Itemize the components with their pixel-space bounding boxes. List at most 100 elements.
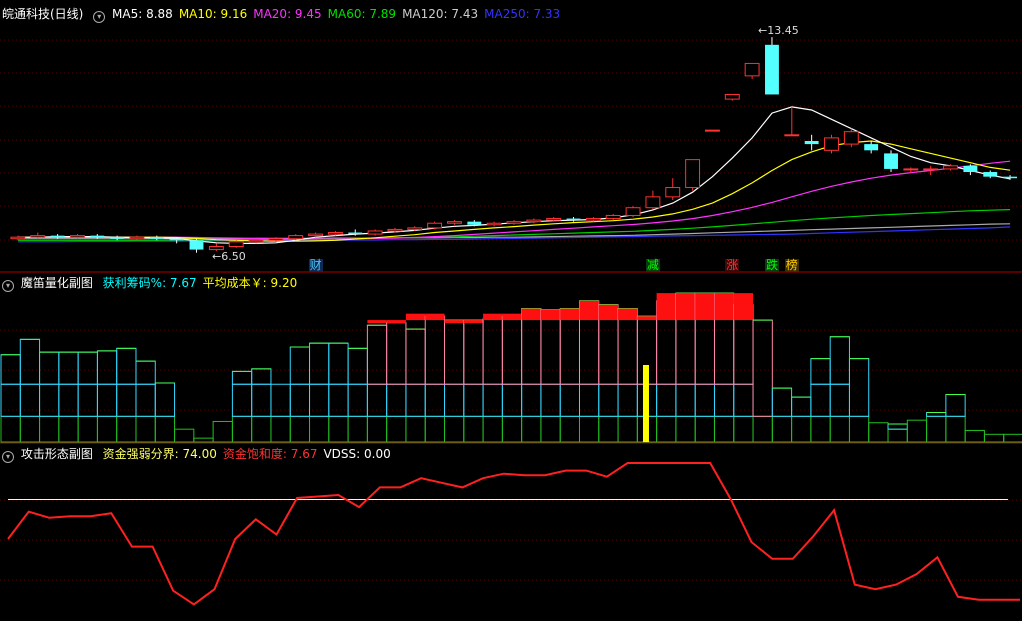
- sub2-legend-item-1: 资金饱和度: 7.67: [222, 447, 318, 461]
- volume-mid-bar: [77, 383, 98, 417]
- volume-base-bar: [713, 415, 735, 443]
- volume-top-bar: [848, 358, 870, 417]
- candle-body: [765, 44, 779, 95]
- volume-mid-bar: [463, 383, 484, 417]
- volume-mid-bar: [482, 383, 503, 417]
- volume-top-bar: [540, 309, 561, 385]
- candle-body: [169, 238, 184, 241]
- high-price-label: ←13.45: [758, 24, 799, 37]
- candle-body: [824, 137, 839, 151]
- chip-red-block: [714, 293, 734, 321]
- volume-base-bar: [135, 415, 156, 443]
- volume-top-bar: [501, 315, 523, 385]
- sub1-panel-header: ▾ 魔笛量化副图 获利筹码%: 7.67 平均成本￥: 9.20: [2, 276, 309, 292]
- sub1-title: 魔笛量化副图: [20, 276, 93, 290]
- volume-mid-bar: [328, 383, 349, 417]
- volume-base-bar: [424, 415, 446, 443]
- volume-mid-bar: [424, 383, 446, 417]
- candle-body: [566, 218, 581, 221]
- candle-body: [843, 131, 859, 145]
- volume-base-bar: [212, 420, 233, 443]
- volume-base-bar: [174, 428, 195, 443]
- sub2-title: 攻击形态副图: [20, 447, 93, 461]
- volume-base-bar: [983, 433, 1005, 443]
- sub2-collapse-icon[interactable]: ▾: [2, 451, 14, 463]
- chip-red-block: [656, 293, 676, 321]
- volume-base-bar: [386, 415, 407, 443]
- volume-top-bar: [96, 350, 118, 385]
- candle-body: [110, 237, 125, 239]
- event-marker-0[interactable]: 财: [308, 259, 323, 272]
- volume-mid-bar: [675, 383, 696, 417]
- candle-body: [149, 237, 164, 239]
- volume-mid-bar: [251, 383, 272, 417]
- chip-red-block: [405, 313, 426, 321]
- volume-mid-bar: [0, 383, 21, 417]
- volume-mid-bar: [309, 383, 330, 417]
- candle-body: [308, 233, 324, 237]
- volume-mid-bar: [405, 383, 426, 417]
- volume-base-bar: [251, 415, 272, 443]
- sub1-legend: 获利筹码%: 7.67 平均成本￥: 9.20: [103, 276, 304, 290]
- chip-red-block: [386, 320, 406, 324]
- ma-legend-item-1: MA10: 9.16: [178, 7, 248, 21]
- volume-mid-bar: [733, 383, 754, 417]
- chart-stage: [0, 0, 1022, 618]
- event-marker-2[interactable]: 涨: [725, 259, 740, 272]
- chip-red-block: [598, 304, 619, 321]
- volume-base-bar: [829, 415, 850, 443]
- arrow-left-icon: ←: [212, 250, 222, 263]
- volume-mid-bar: [347, 383, 368, 417]
- volume-base-bar: [656, 415, 677, 443]
- event-marker-3[interactable]: 跌: [764, 259, 779, 272]
- candle-body: [526, 219, 542, 223]
- volume-base-bar: [945, 415, 966, 443]
- volume-top-bar: [154, 382, 176, 417]
- volume-top-bar: [289, 346, 311, 385]
- candle-body: [685, 159, 701, 189]
- chip-red-block: [540, 309, 561, 321]
- volume-base-bar: [752, 415, 773, 443]
- volume-mid-bar: [270, 383, 291, 417]
- volume-mid-bar: [231, 383, 253, 417]
- volume-top-bar: [347, 347, 368, 385]
- volume-mid-bar: [289, 383, 311, 417]
- volume-base-bar: [328, 415, 349, 443]
- ma-legend-item-4: MA120: 7.43: [402, 7, 479, 21]
- volume-base-bar: [521, 415, 542, 443]
- volume-top-bar: [251, 368, 272, 385]
- volume-base-bar: [848, 415, 870, 443]
- settings-icon[interactable]: ▾: [93, 11, 106, 23]
- volume-mid-bar: [521, 383, 542, 417]
- candle-body: [327, 232, 343, 235]
- chip-red-block: [521, 308, 541, 321]
- volume-mid-bar: [366, 383, 388, 417]
- volume-mid-bar: [96, 383, 118, 417]
- candle-body: [665, 187, 681, 198]
- ma-legend-item-3: MA60: 7.89: [327, 7, 397, 21]
- low-price-label: ←6.50: [212, 250, 246, 263]
- volume-top-bar: [424, 315, 446, 385]
- volume-base-bar: [540, 415, 561, 443]
- candle-body: [704, 129, 720, 132]
- candle-body: [10, 236, 26, 240]
- event-marker-1[interactable]: 减: [645, 259, 660, 272]
- volume-base-bar: [366, 415, 388, 443]
- volume-base-bar: [501, 415, 523, 443]
- volume-base-bar: [463, 415, 484, 443]
- volume-mid-bar: [39, 383, 60, 417]
- volume-mid-bar: [617, 383, 638, 417]
- candle-body: [744, 62, 760, 77]
- sub2-legend: 资金强弱分界: 74.00 资金饱和度: 7.67 VDSS: 0.00: [103, 447, 397, 461]
- sub1-collapse-icon[interactable]: ▾: [2, 280, 14, 292]
- volume-base-bar: [868, 422, 889, 443]
- candle-body: [387, 228, 403, 232]
- candle-body: [467, 221, 482, 225]
- event-marker-4[interactable]: 榜: [784, 259, 799, 272]
- volume-base-bar: [887, 428, 908, 443]
- volume-mid-bar: [829, 383, 850, 417]
- candle-body: [546, 218, 562, 221]
- volume-top-bar: [39, 351, 60, 385]
- volume-base-bar: [116, 415, 137, 443]
- volume-base-bar: [58, 415, 79, 443]
